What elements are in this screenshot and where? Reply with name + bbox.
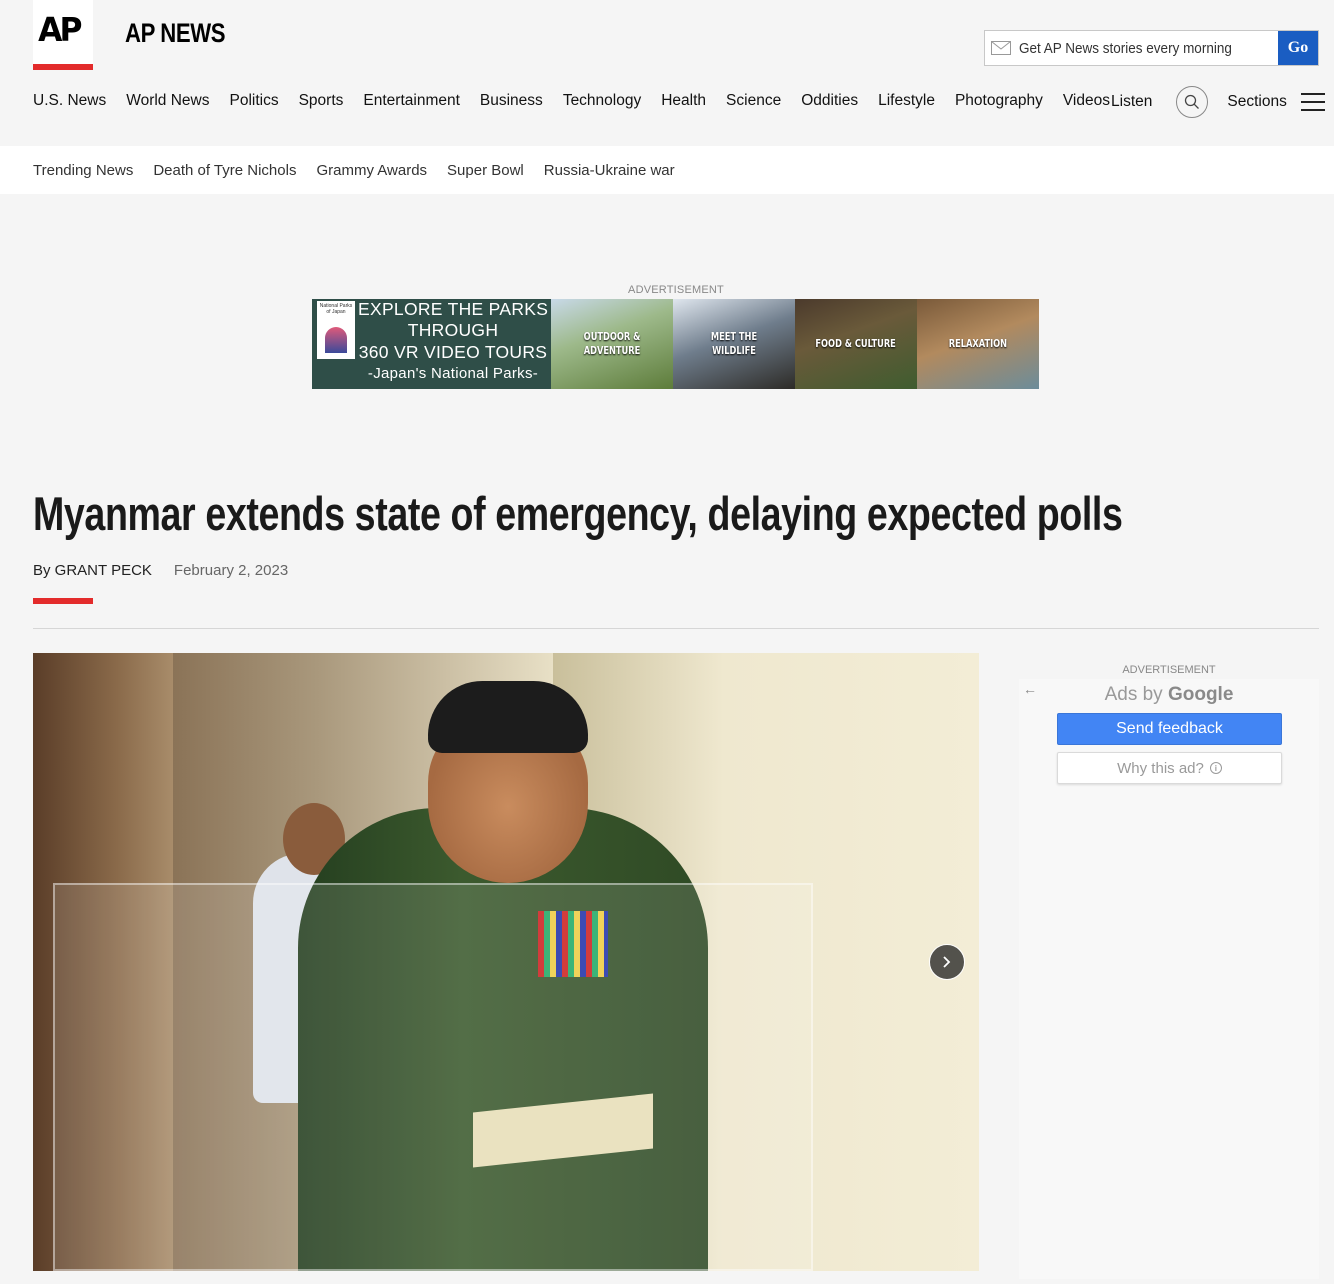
why-this-ad-button[interactable]: Why this ad? i bbox=[1057, 752, 1282, 784]
divider bbox=[33, 628, 1319, 629]
nav-item-photography[interactable]: Photography bbox=[955, 92, 1043, 110]
site-header: AP AP NEWS Get AP News stories every mor… bbox=[0, 0, 1334, 146]
ad-line: 360 VR VIDEO TOURS bbox=[358, 342, 548, 362]
nav-item-us-news[interactable]: U.S. News bbox=[33, 92, 106, 110]
newsletter-email-input[interactable]: Get AP News stories every morning bbox=[985, 31, 1278, 65]
envelope-icon bbox=[991, 41, 1011, 55]
nav-item-world-news[interactable]: World News bbox=[126, 92, 209, 110]
hamburger-icon[interactable] bbox=[1300, 93, 1325, 111]
sections-link[interactable]: Sections bbox=[1227, 93, 1286, 111]
send-feedback-button[interactable]: Send feedback bbox=[1057, 713, 1282, 745]
side-ad: ← Ads by Google Send feedback Why this a… bbox=[1019, 679, 1319, 1279]
article-headline: Myanmar extends state of emergency, dela… bbox=[33, 487, 1123, 540]
lead-photo[interactable] bbox=[33, 653, 979, 1271]
ad-tile-label: RELAXATION bbox=[948, 337, 1008, 350]
publish-date: February 2, 2023 bbox=[173, 562, 289, 579]
ad-tile-food[interactable]: FOOD & CULTURE bbox=[795, 299, 917, 389]
ad-tile-label: OUTDOOR & ADVENTURE bbox=[583, 330, 641, 357]
author[interactable]: By GRANT PECK bbox=[33, 562, 152, 579]
chevron-right-icon bbox=[943, 956, 951, 968]
nav-item-videos[interactable]: Videos bbox=[1063, 92, 1110, 110]
search-icon bbox=[1185, 94, 1200, 109]
national-parks-logo-text: National Parks of Japan bbox=[319, 303, 353, 315]
ad-line: THROUGH bbox=[407, 320, 499, 340]
nav-item-lifestyle[interactable]: Lifestyle bbox=[878, 92, 935, 110]
accent-rule bbox=[33, 598, 93, 604]
nav-item-business[interactable]: Business bbox=[480, 92, 543, 110]
national-parks-logo: National Parks of Japan bbox=[317, 301, 355, 359]
ads-by-text: Ads by bbox=[1104, 684, 1163, 705]
nav-item-oddities[interactable]: Oddities bbox=[801, 92, 858, 110]
ad-tile-relaxation[interactable]: RELAXATION bbox=[917, 299, 1039, 389]
gallery-next-button[interactable] bbox=[929, 944, 965, 980]
google-wordmark: Google bbox=[1167, 684, 1234, 705]
ads-by-google: Ads by Google bbox=[1019, 684, 1319, 706]
side-ad-label: ADVERTISEMENT bbox=[1122, 664, 1216, 676]
ad-tile-label: MEET THE WILDLIFE bbox=[710, 330, 758, 357]
newsletter-signup: Get AP News stories every morning Go bbox=[984, 30, 1319, 66]
nav-item-entertainment[interactable]: Entertainment bbox=[363, 92, 460, 110]
ap-logo[interactable]: AP bbox=[33, 0, 93, 70]
ad-tile-label: FOOD & CULTURE bbox=[815, 337, 897, 350]
top-banner-ad[interactable]: National Parks of Japan EXPLORE THE PARK… bbox=[312, 299, 1040, 389]
nav-item-politics[interactable]: Politics bbox=[229, 92, 278, 110]
trending-item[interactable]: Death of Tyre Nichols bbox=[153, 162, 296, 179]
nav-item-science[interactable]: Science bbox=[726, 92, 781, 110]
newsletter-go-button[interactable]: Go bbox=[1278, 31, 1318, 65]
info-icon: i bbox=[1209, 762, 1222, 774]
trending-item[interactable]: Grammy Awards bbox=[316, 162, 427, 179]
ap-logo-text: AP bbox=[38, 10, 82, 49]
ad-tile-outdoor[interactable]: OUTDOOR & ADVENTURE bbox=[551, 299, 673, 389]
site-name[interactable]: AP NEWS bbox=[125, 18, 225, 49]
byline: By GRANT PECK February 2, 2023 bbox=[33, 562, 288, 579]
listen-link[interactable]: Listen bbox=[1111, 93, 1152, 111]
ad-line: -Japan's National Parks- bbox=[367, 365, 539, 382]
nav-item-technology[interactable]: Technology bbox=[563, 92, 641, 110]
top-ad-label: ADVERTISEMENT bbox=[628, 284, 724, 296]
search-button[interactable] bbox=[1176, 86, 1209, 118]
newsletter-placeholder: Get AP News stories every morning bbox=[1019, 39, 1232, 57]
trending-bar: Trending News Death of Tyre Nichols Gram… bbox=[0, 146, 1334, 194]
nav-item-health[interactable]: Health bbox=[661, 92, 706, 110]
main-nav: U.S. News World News Politics Sports Ent… bbox=[33, 92, 1130, 110]
header-utilities: Listen Sections bbox=[1111, 86, 1325, 118]
ad-lead-panel: National Parks of Japan EXPLORE THE PARK… bbox=[312, 299, 551, 389]
trending-item[interactable]: Super Bowl bbox=[447, 162, 524, 179]
ad-line: EXPLORE THE PARKS bbox=[358, 299, 549, 319]
ad-tile-wildlife[interactable]: MEET THE WILDLIFE bbox=[673, 299, 795, 389]
why-this-ad-label: Why this ad? bbox=[1117, 759, 1204, 777]
nav-item-sports[interactable]: Sports bbox=[299, 92, 344, 110]
trending-news-link[interactable]: Trending News bbox=[33, 162, 133, 179]
trending-item[interactable]: Russia-Ukraine war bbox=[544, 162, 675, 179]
